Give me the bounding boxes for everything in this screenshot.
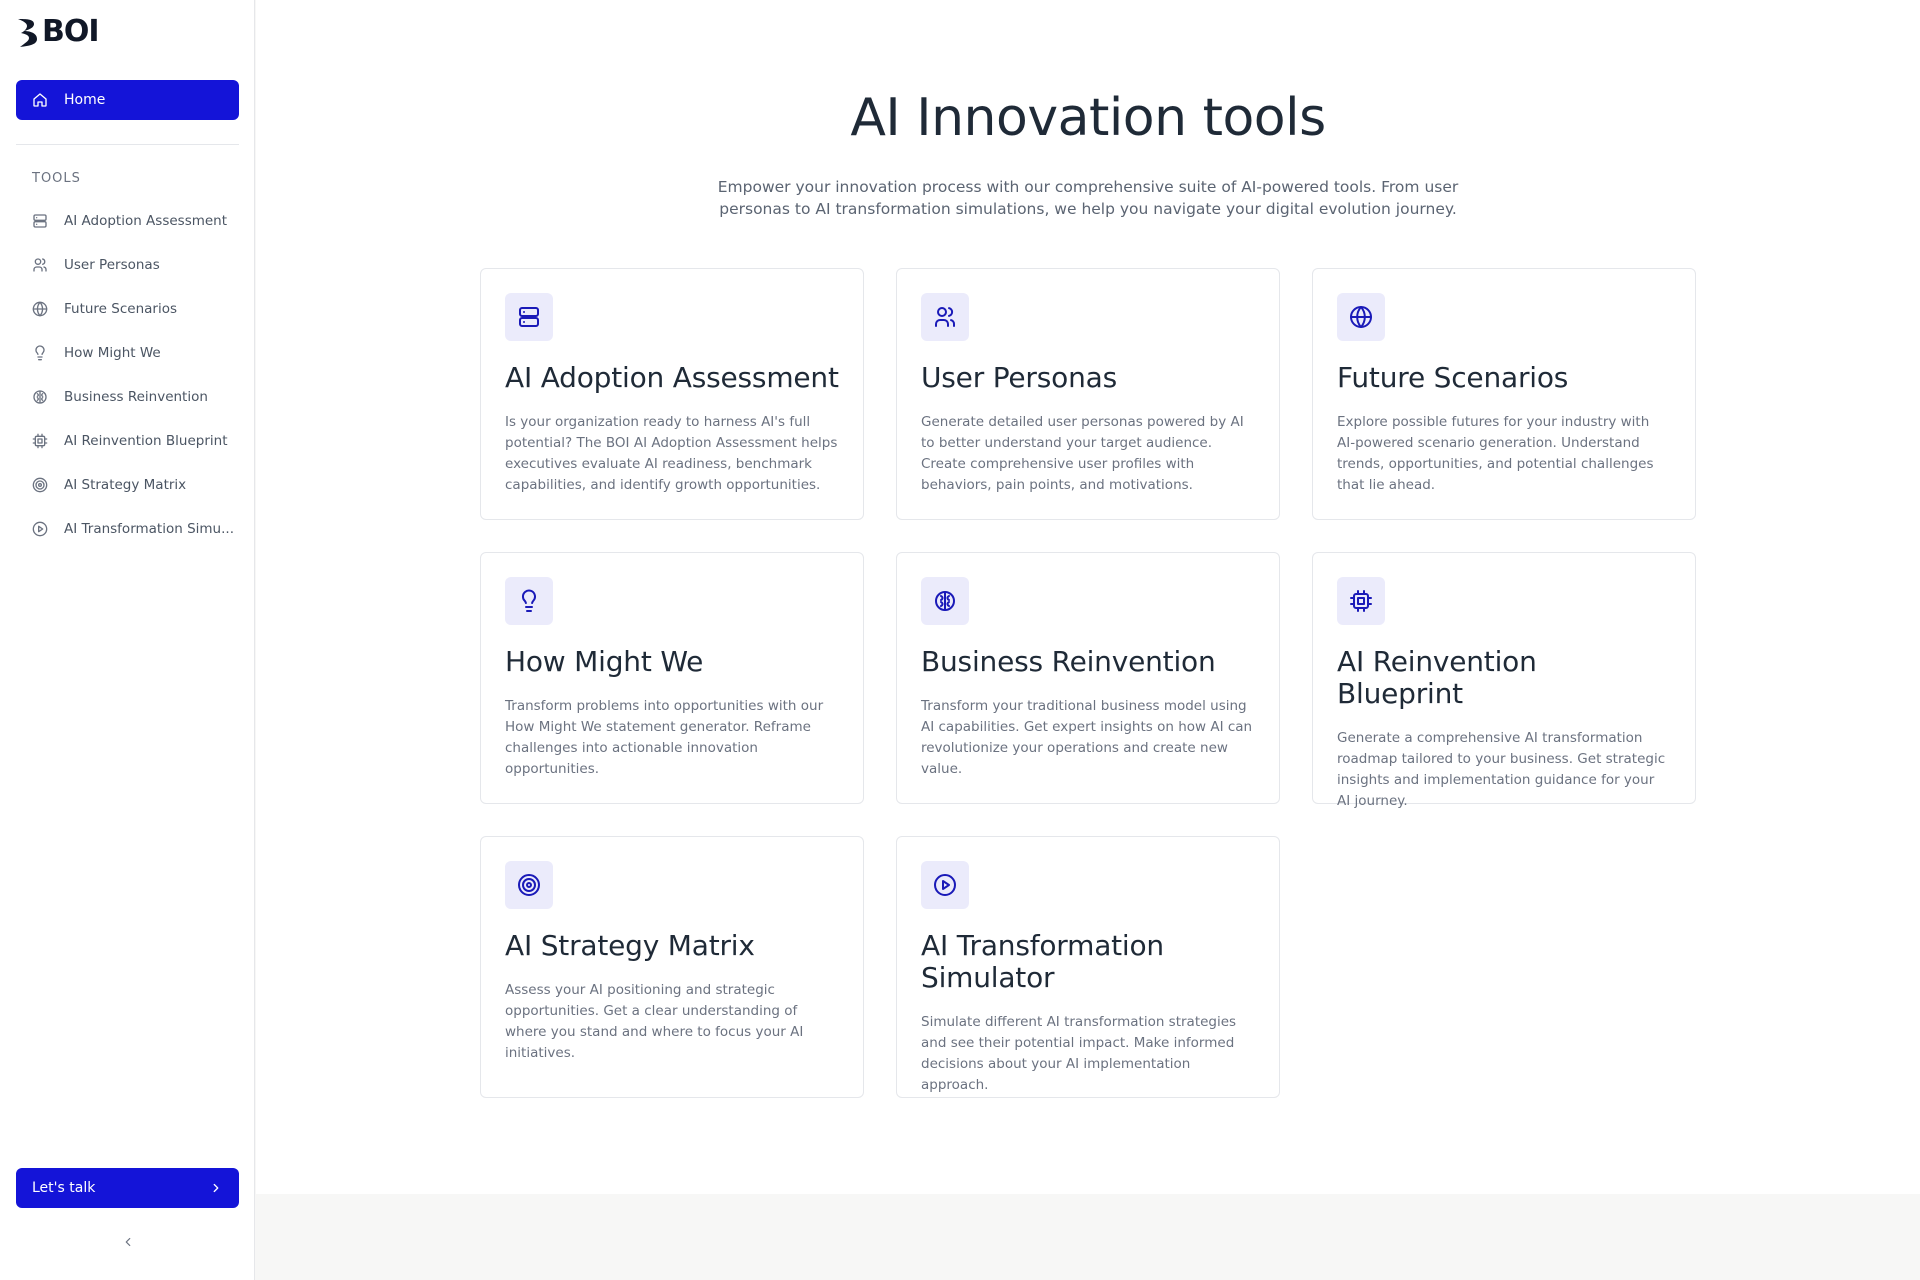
sidebar-item-label: AI Transformation Simu... xyxy=(64,521,234,537)
sidebar-item-label: AI Reinvention Blueprint xyxy=(64,433,228,449)
tool-card-ai-transformation-simulator[interactable]: AI Transformation Simulator Simulate dif… xyxy=(896,836,1280,1098)
card-description: Assess your AI positioning and strategic… xyxy=(505,982,804,1061)
lets-talk-label: Let's talk xyxy=(32,1180,96,1196)
card-title: AI Transformation Simulator xyxy=(921,929,1164,994)
sidebar-item-ai-transformation-simulator[interactable]: AI Transformation Simu... xyxy=(16,507,239,551)
card-description: Is your organization ready to harness AI… xyxy=(505,414,838,493)
collapse-sidebar-button[interactable] xyxy=(118,1232,138,1252)
chevron-right-icon xyxy=(209,1181,223,1195)
lets-talk-button[interactable]: Let's talk xyxy=(16,1168,239,1208)
cpu-icon xyxy=(1337,577,1385,625)
main-content: AI Innovation tools Empower your innovat… xyxy=(256,0,1920,1194)
lightbulb-icon xyxy=(32,345,48,361)
cpu-icon xyxy=(32,433,48,449)
tool-card-ai-reinvention-blueprint[interactable]: AI Reinvention Blueprint Generate a comp… xyxy=(1312,552,1696,809)
brand-logo[interactable]: BOI xyxy=(16,14,116,50)
database-icon xyxy=(32,213,48,229)
tool-card-business-reinvention[interactable]: Business Reinvention Transform your trad… xyxy=(896,552,1280,804)
sidebar-item-home[interactable]: Home xyxy=(16,80,239,120)
lightbulb-icon xyxy=(505,577,553,625)
users-icon xyxy=(921,293,969,341)
sidebar-item-ai-strategy-matrix[interactable]: AI Strategy Matrix xyxy=(16,463,239,507)
sidebar-item-how-might-we[interactable]: How Might We xyxy=(16,331,239,375)
sidebar-tools-list: AI Adoption Assessment User Personas Fut… xyxy=(16,199,239,551)
card-description: Transform your traditional business mode… xyxy=(921,698,1253,777)
card-description: Simulate different AI transformation str… xyxy=(921,1014,1237,1093)
card-title: How Might We xyxy=(505,645,704,678)
sidebar-item-label: Future Scenarios xyxy=(64,301,178,317)
sidebar-item-label: Home xyxy=(64,92,106,108)
card-title: AI Adoption Assessment xyxy=(505,361,839,394)
card-title: Business Reinvention xyxy=(921,645,1216,678)
sidebar-item-label: Business Reinvention xyxy=(64,389,208,405)
sidebar-item-label: How Might We xyxy=(64,345,161,361)
card-title: AI Reinvention Blueprint xyxy=(1337,645,1537,710)
tool-card-ai-strategy-matrix[interactable]: AI Strategy Matrix Assess your AI positi… xyxy=(480,836,864,1098)
card-title: Future Scenarios xyxy=(1337,361,1569,394)
sidebar-item-future-scenarios[interactable]: Future Scenarios xyxy=(16,287,239,331)
brain-icon xyxy=(921,577,969,625)
tool-card-ai-adoption-assessment[interactable]: AI Adoption Assessment Is your organizat… xyxy=(480,268,864,520)
sidebar-item-user-personas[interactable]: User Personas xyxy=(16,243,239,287)
card-description: Transform problems into opportunities wi… xyxy=(505,698,824,777)
play-circle-icon xyxy=(32,521,48,537)
sidebar-item-label: User Personas xyxy=(64,257,160,273)
sidebar-item-ai-reinvention-blueprint[interactable]: AI Reinvention Blueprint xyxy=(16,419,239,463)
target-icon xyxy=(505,861,553,909)
play-circle-icon xyxy=(921,861,969,909)
sidebar-item-business-reinvention[interactable]: Business Reinvention xyxy=(16,375,239,419)
tool-card-user-personas[interactable]: User Personas Generate detailed user per… xyxy=(896,268,1280,520)
database-icon xyxy=(505,293,553,341)
tool-card-how-might-we[interactable]: How Might We Transform problems into opp… xyxy=(480,552,864,804)
home-icon xyxy=(32,92,48,108)
card-title: User Personas xyxy=(921,361,1117,394)
users-icon xyxy=(32,257,48,273)
sidebar-divider xyxy=(16,144,239,145)
brand-mark-icon xyxy=(18,19,37,47)
page-subtitle: Empower your innovation process with our… xyxy=(717,178,1459,218)
card-description: Generate a comprehensive AI transformati… xyxy=(1337,730,1666,809)
sidebar-item-label: AI Strategy Matrix xyxy=(64,477,187,493)
card-description: Explore possible futures for your indust… xyxy=(1337,414,1654,493)
tool-card-future-scenarios[interactable]: Future Scenarios Explore possible future… xyxy=(1312,268,1696,520)
brand-name: BOI xyxy=(42,14,100,49)
card-description: Generate detailed user personas powered … xyxy=(921,414,1244,493)
brain-icon xyxy=(32,389,48,405)
sidebar: BOI Home TOOLS AI Adoption Assessment Us… xyxy=(0,0,255,1280)
page-title: AI Innovation tools xyxy=(850,88,1326,148)
card-title: AI Strategy Matrix xyxy=(505,929,755,962)
globe-icon xyxy=(32,301,48,317)
chevron-left-icon xyxy=(121,1235,135,1249)
sidebar-item-ai-adoption-assessment[interactable]: AI Adoption Assessment xyxy=(16,199,239,243)
globe-icon xyxy=(1337,293,1385,341)
target-icon xyxy=(32,477,48,493)
sidebar-item-label: AI Adoption Assessment xyxy=(64,213,228,229)
sidebar-section-label: TOOLS xyxy=(32,171,81,186)
